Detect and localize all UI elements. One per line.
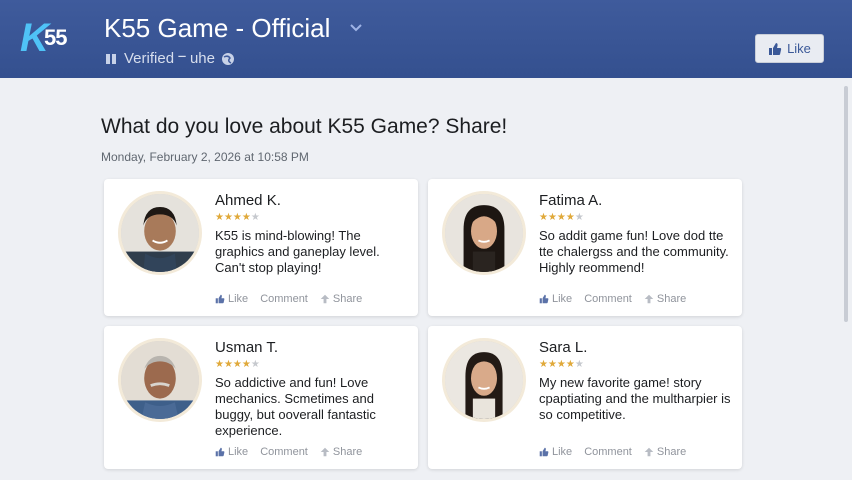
share-icon: [320, 294, 330, 304]
avatar[interactable]: [118, 338, 202, 422]
review-actions: Like Comment Share: [215, 445, 362, 459]
comment-action[interactable]: Comment: [260, 445, 308, 459]
avatar[interactable]: [118, 191, 202, 275]
chevron-down-icon: [350, 24, 362, 32]
share-action[interactable]: Share: [644, 445, 686, 459]
verified-line: Verified ⲻ uhe: [104, 50, 235, 68]
review-card: Usman T. ★★★★★ So addictive and fun! Lov…: [104, 326, 418, 469]
review-card: Ahmed K. ★★★★★ K55 is mind-blowing! The …: [104, 179, 418, 316]
reviewer-name[interactable]: Fatima A.: [539, 192, 602, 210]
comment-label: Comment: [584, 446, 632, 458]
post-question: What do you love about K55 Game? Share!: [101, 115, 508, 138]
share-icon: [644, 447, 654, 457]
review-text: My new favorite game! story cpaptiating …: [539, 375, 731, 422]
review-actions: Like Comment Share: [539, 292, 686, 306]
review-text: So addit game fun! Love dod tte tte chal…: [539, 228, 729, 275]
thumbs-up-icon: [539, 447, 549, 457]
review-actions: Like Comment Share: [539, 445, 686, 459]
share-icon: [320, 447, 330, 457]
share-action[interactable]: Share: [644, 292, 686, 306]
thumbs-up-icon: [215, 294, 225, 304]
review-text: K55 is mind-blowing! The graphics and ga…: [215, 228, 380, 275]
comment-action[interactable]: Comment: [584, 292, 632, 306]
like-action[interactable]: Like: [215, 292, 248, 306]
thumbs-up-icon: [215, 447, 225, 457]
title-dropdown-button[interactable]: [344, 16, 368, 40]
share-label: Share: [332, 446, 363, 458]
share-icon: [644, 294, 654, 304]
review-actions: Like Comment Share: [215, 292, 362, 306]
badge-icon: [106, 54, 116, 64]
comment-label: Comment: [584, 293, 632, 305]
rating-stars: ★★★★★: [539, 359, 584, 370]
reviewer-name[interactable]: Sara L.: [539, 339, 587, 357]
comment-label: Comment: [260, 446, 308, 458]
like-label: Like: [552, 446, 573, 458]
scrollbar-thumb[interactable]: [844, 86, 848, 322]
thumbs-up-icon: [539, 294, 549, 304]
share-label: Share: [332, 293, 363, 305]
thumbs-up-icon: [769, 42, 782, 55]
page-title: K55 Game - Official: [104, 13, 331, 43]
rating-stars: ★★★★★: [539, 212, 584, 223]
like-label: Like: [228, 293, 249, 305]
share-action[interactable]: Share: [320, 445, 362, 459]
like-action[interactable]: Like: [539, 445, 572, 459]
comment-label: Comment: [260, 293, 308, 305]
comment-action[interactable]: Comment: [584, 445, 632, 459]
avatar[interactable]: [442, 191, 526, 275]
reviewer-name[interactable]: Ahmed K.: [215, 192, 281, 210]
avatar[interactable]: [442, 338, 526, 422]
rating-stars: ★★★★★: [215, 212, 260, 223]
share-label: Share: [656, 446, 687, 458]
review-text: So addictive and fun! Love mechanics. Sc…: [215, 375, 376, 438]
logo-number: 55: [44, 25, 68, 50]
review-card: Fatima A. ★★★★★ So addit game fun! Love …: [428, 179, 742, 316]
like-action[interactable]: Like: [539, 292, 572, 306]
scrollbar[interactable]: [842, 80, 850, 480]
reviewer-name[interactable]: Usman T.: [215, 339, 278, 357]
post-date[interactable]: Monday, February 2, 2026 at 10:58 PM: [101, 149, 309, 165]
avatar-photo: [121, 341, 199, 419]
share-action[interactable]: Share: [320, 292, 362, 306]
avatar-photo: [121, 194, 199, 272]
review-card: Sara L. ★★★★★ My new favorite game! stor…: [428, 326, 742, 469]
page-header: K 55 K55 Game - Official Verified ⲻ uhe …: [0, 0, 852, 78]
globe-icon: [221, 53, 234, 65]
verified-text: Verified ⲻ uhe: [124, 50, 215, 67]
avatar-photo: [445, 194, 523, 272]
like-page-label: Like: [787, 41, 811, 56]
comment-action[interactable]: Comment: [260, 292, 308, 306]
share-label: Share: [656, 293, 687, 305]
like-page-button[interactable]: Like: [755, 34, 824, 63]
k55-logo[interactable]: K 55: [20, 16, 84, 60]
rating-stars: ★★★★★: [215, 359, 260, 370]
like-action[interactable]: Like: [215, 445, 248, 459]
like-label: Like: [552, 293, 573, 305]
avatar-photo: [445, 341, 523, 419]
like-label: Like: [228, 446, 249, 458]
